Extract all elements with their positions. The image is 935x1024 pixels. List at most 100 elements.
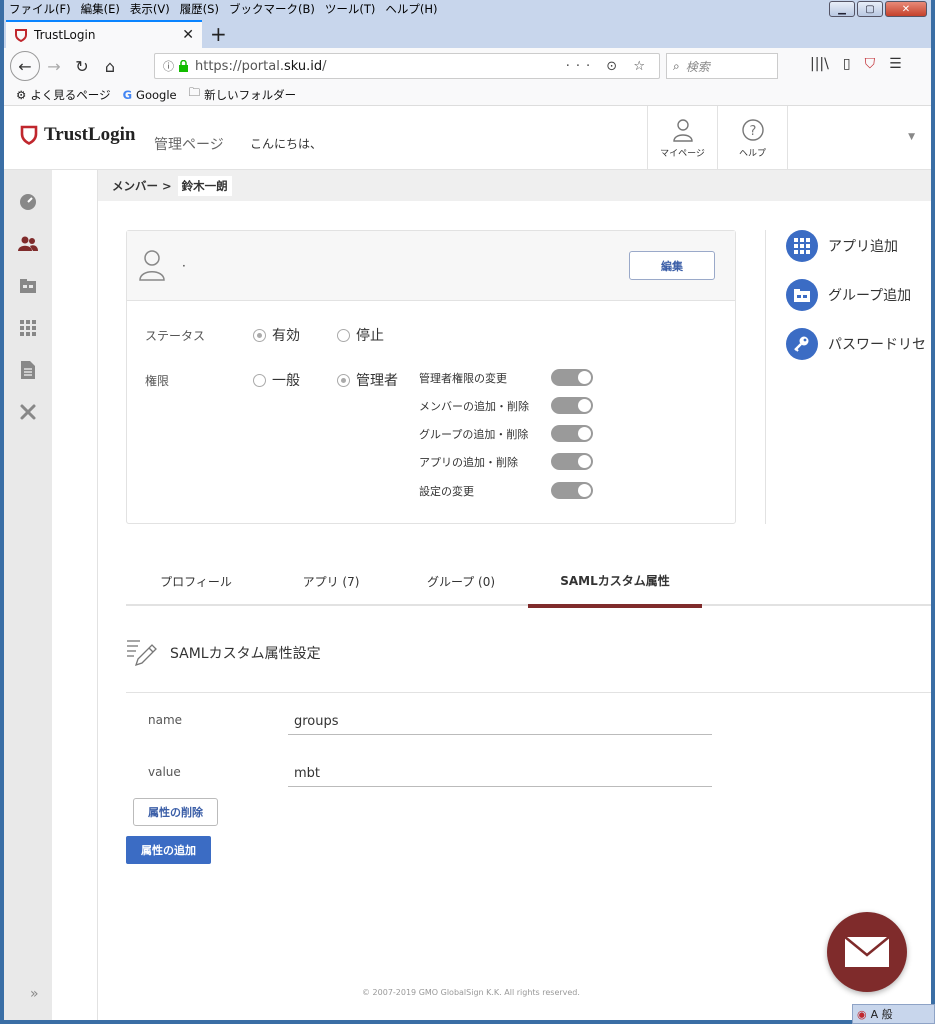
add-app-action[interactable]: アプリ追加: [786, 230, 898, 262]
tab-profile[interactable]: プロフィール: [126, 556, 266, 606]
permission-toggle[interactable]: [551, 425, 593, 442]
vertical-divider: [765, 230, 766, 524]
hamburger-menu-icon[interactable]: ☰: [889, 56, 902, 72]
menu-edit[interactable]: 編集(E): [76, 1, 125, 17]
name-field-label: name: [148, 713, 183, 727]
expand-rail-icon[interactable]: »: [30, 986, 39, 1002]
status-label: ステータス: [145, 329, 206, 343]
apps-grid-icon[interactable]: [18, 318, 38, 338]
permission-row: 設定の変更: [419, 482, 599, 499]
bookmark-new-folder[interactable]: 🗀 新しいフォルダー: [189, 85, 297, 104]
tools-icon[interactable]: [18, 402, 38, 422]
groups-icon[interactable]: [18, 276, 38, 296]
menu-history[interactable]: 履歴(S): [175, 1, 224, 17]
back-icon[interactable]: ←: [10, 51, 40, 81]
logo[interactable]: TrustLogin: [20, 124, 136, 146]
url-tools[interactable]: ··· ⊙ ☆: [566, 59, 651, 74]
nav-bar: ← → ↻ ⌂ ⓘ https://portal.sku.id/ ··· ⊙ ☆…: [4, 48, 931, 84]
menu-file[interactable]: ファイル(F): [4, 1, 76, 17]
role-admin-radio[interactable]: 管理者: [337, 370, 398, 390]
new-tab-icon[interactable]: +: [210, 22, 227, 46]
menu-tools[interactable]: ツール(T): [320, 1, 381, 17]
close-window-button[interactable]: ✕: [885, 1, 927, 17]
minimize-button[interactable]: ▁: [829, 1, 855, 17]
radio-on-icon: [337, 373, 350, 387]
maximize-button[interactable]: ▢: [857, 1, 883, 17]
bookmark-most-visited[interactable]: ⚙ よく見るページ: [16, 87, 111, 103]
document-icon[interactable]: [18, 360, 38, 380]
google-icon: G: [122, 87, 133, 102]
status-stopped-radio[interactable]: 停止: [337, 325, 384, 345]
help-label: ヘルプ: [738, 148, 766, 159]
name-field-input[interactable]: [288, 709, 712, 735]
gear-icon: ⚙: [16, 87, 27, 102]
help-button[interactable]: ? ヘルプ: [717, 106, 787, 170]
url-bar[interactable]: ⓘ https://portal.sku.id/ ··· ⊙ ☆: [154, 53, 660, 79]
members-icon[interactable]: [18, 234, 38, 254]
ime-icon[interactable]: ◉: [857, 1008, 867, 1021]
menu-view[interactable]: 表示(V): [125, 1, 175, 17]
left-rail: »: [4, 170, 52, 1020]
reload-icon[interactable]: ↻: [68, 52, 96, 80]
password-reset-action[interactable]: パスワードリセ: [786, 328, 926, 360]
avatar-icon: [139, 250, 165, 281]
radio-off-icon: [337, 328, 350, 342]
tab-saml-attributes[interactable]: SAMLカスタム属性: [528, 556, 702, 608]
library-icon[interactable]: |||\: [810, 56, 829, 72]
url-text: https://portal.sku.id/: [195, 58, 327, 74]
extension-shield-icon[interactable]: ⛉: [865, 56, 876, 72]
delete-attribute-button[interactable]: 属性の削除: [133, 798, 218, 826]
menu-help[interactable]: ヘルプ(H): [380, 1, 442, 17]
add-group-action[interactable]: グループ追加: [786, 279, 911, 311]
account-dropdown[interactable]: ▼: [787, 106, 931, 170]
browser-tab[interactable]: TrustLogin ✕: [6, 20, 202, 48]
tab-apps[interactable]: アプリ (7): [266, 556, 396, 606]
forward-icon[interactable]: →: [40, 52, 68, 80]
tab-title: TrustLogin: [34, 28, 96, 42]
tab-close-icon[interactable]: ✕: [182, 27, 194, 43]
permission-toggle[interactable]: [551, 369, 593, 386]
add-attribute-button[interactable]: 属性の追加: [126, 836, 211, 864]
sidebar-icon[interactable]: ▯: [843, 56, 851, 72]
svg-text:?: ?: [749, 124, 756, 139]
group-folder-icon: [786, 279, 818, 311]
saml-title: SAMLカスタム属性設定: [170, 646, 321, 662]
app-header: TrustLogin 管理ページ こんにちは、 マイページ ? ヘルプ ▼: [4, 106, 931, 170]
trustlogin-logo-icon: [20, 125, 38, 145]
lock-icon: [179, 60, 188, 72]
edit-button[interactable]: 編集: [629, 251, 715, 280]
mypage-button[interactable]: マイページ: [647, 106, 717, 170]
chevron-down-icon: ▼: [908, 132, 915, 142]
saml-section-title: SAMLカスタム属性設定: [126, 638, 321, 668]
role-label: 権限: [145, 374, 170, 388]
permission-toggle[interactable]: [551, 482, 593, 499]
search-input[interactable]: ⌕ 検索: [666, 53, 778, 79]
permission-row: グループの追加・削除: [419, 425, 599, 442]
breadcrumb-members-link[interactable]: メンバー >: [112, 178, 172, 194]
permission-toggle[interactable]: [551, 453, 593, 470]
menu-bookmarks[interactable]: ブックマーク(B): [224, 1, 320, 17]
status-active-radio[interactable]: 有効: [253, 325, 300, 345]
home-icon[interactable]: ⌂: [96, 52, 124, 80]
permission-toggle[interactable]: [551, 397, 593, 414]
role-general-radio[interactable]: 一般: [253, 370, 300, 390]
ime-mode-text[interactable]: A 般: [871, 1006, 893, 1022]
dashboard-icon[interactable]: [18, 192, 38, 212]
info-icon[interactable]: ⓘ: [163, 58, 174, 74]
radio-off-icon: [253, 373, 266, 387]
member-card-header: · 編集: [127, 231, 735, 301]
tab-groups[interactable]: グループ (0): [396, 556, 526, 606]
value-field-input[interactable]: [288, 761, 712, 787]
window-frame: ファイル(F) 編集(E) 表示(V) 履歴(S) ブックマーク(B) ツール(…: [0, 0, 935, 1024]
help-icon: ?: [741, 118, 764, 141]
search-icon: ⌕: [673, 58, 680, 73]
contact-mail-button[interactable]: [827, 912, 907, 992]
user-icon: [672, 118, 693, 142]
toolbar-right: |||\ ▯ ⛉ ☰: [810, 56, 902, 72]
content-gutter: [52, 170, 98, 1020]
tab-strip: TrustLogin ✕ +: [4, 18, 931, 48]
mypage-label: マイページ: [660, 148, 705, 159]
bookmark-google[interactable]: G Google: [123, 88, 177, 102]
member-name: ·: [182, 259, 186, 273]
page: TrustLogin 管理ページ こんにちは、 マイページ ? ヘルプ ▼ » …: [4, 106, 931, 1020]
